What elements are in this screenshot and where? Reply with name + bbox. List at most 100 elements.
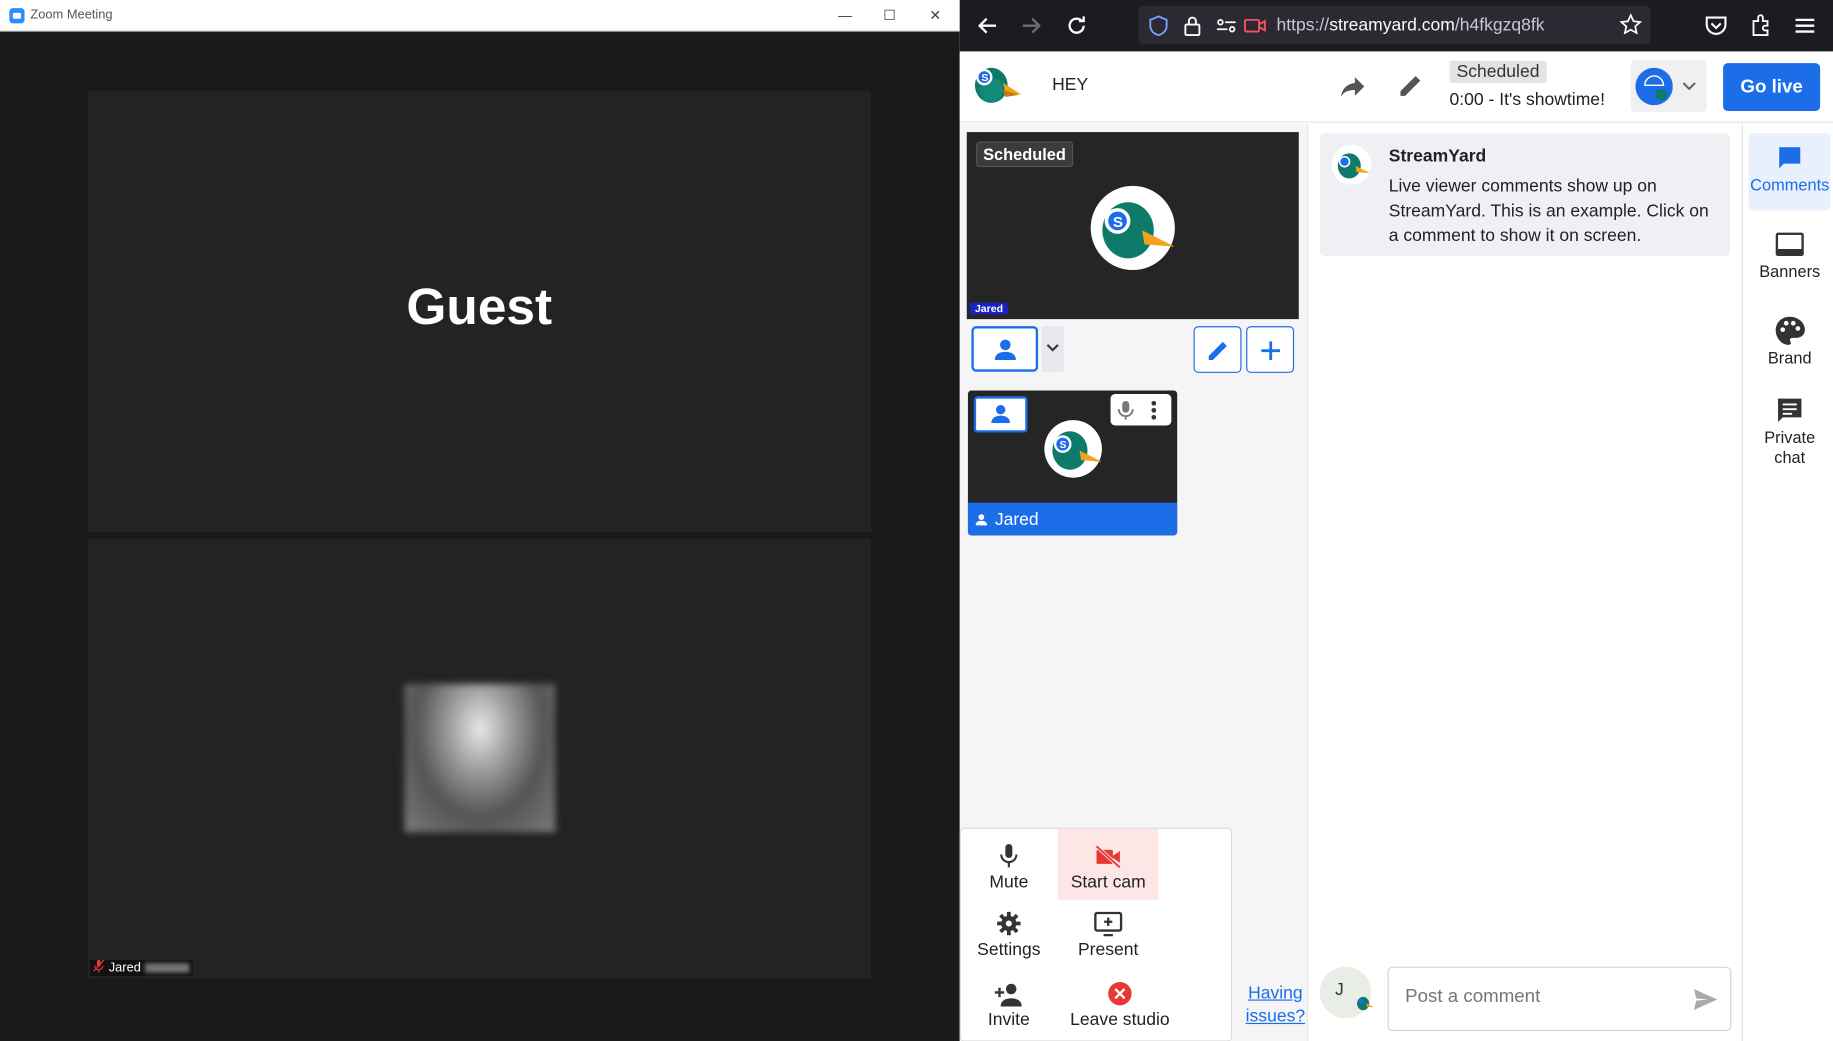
permissions-icon[interactable] <box>1216 16 1237 35</box>
my-avatar: J <box>1319 966 1375 1019</box>
pencil-icon <box>1208 341 1227 361</box>
palette-icon <box>1775 316 1805 345</box>
stage-panel: Scheduled S Jared S Jared Mute Start cam… <box>959 123 1309 1041</box>
lock-icon[interactable] <box>1183 15 1202 37</box>
comment-item[interactable]: StreamYard Live viewer comments show up … <box>1319 133 1731 257</box>
url-text[interactable]: https://streamyard.com/h4fkgzq8fk <box>1277 15 1545 35</box>
post-comment-box <box>1387 966 1732 1032</box>
sidebar-item-comments[interactable]: Comments <box>1748 133 1831 211</box>
participant-name: Jared <box>994 509 1039 529</box>
chevron-down-icon <box>1046 344 1059 352</box>
sidebar-item-private-chat[interactable]: Private chat <box>1749 393 1831 468</box>
comment-author: StreamYard <box>1388 146 1487 166</box>
reload-icon[interactable] <box>1063 12 1091 40</box>
start-cam-label: Start cam <box>1070 872 1146 892</box>
chat-icon <box>1778 398 1802 423</box>
edit-pencil-icon[interactable] <box>1397 71 1425 99</box>
back-icon[interactable] <box>974 12 1002 40</box>
muted-mic-icon <box>93 959 105 976</box>
svg-text:S: S <box>1113 214 1123 231</box>
minimize-icon[interactable]: — <box>833 5 856 26</box>
studio-header: S HEY Scheduled 0:00 - It's showtime! Go… <box>959 51 1833 123</box>
edit-layout-button[interactable] <box>1193 326 1242 373</box>
studio-controls: Mute Start cam Settings Present Invite L… <box>959 827 1233 1041</box>
guest-label: Guest <box>406 278 553 336</box>
platform-badge-icon <box>1357 996 1375 1011</box>
guest-video-tile[interactable]: Guest <box>87 91 871 532</box>
layout-dropdown[interactable] <box>1041 326 1064 372</box>
present-label: Present <box>1077 939 1139 960</box>
comment-text: Live viewer comments show up on StreamYa… <box>1388 176 1709 246</box>
browser-window: https://streamyard.com/h4fkgzq8fk S HEY … <box>959 0 1833 1041</box>
microphone-icon[interactable] <box>1117 400 1134 421</box>
zoom-window-title: Zoom Meeting <box>30 8 113 23</box>
invite-button[interactable]: Invite <box>970 976 1047 1039</box>
participant-card[interactable]: S Jared <box>967 390 1178 536</box>
account-menu[interactable] <box>1630 59 1707 113</box>
pocket-icon[interactable] <box>1702 12 1730 40</box>
menu-icon[interactable] <box>1791 12 1819 40</box>
person-icon <box>991 405 1011 424</box>
participant-name: Jared <box>108 960 141 975</box>
mute-button[interactable]: Mute <box>970 836 1047 901</box>
shield-icon[interactable] <box>1148 15 1169 37</box>
right-sidebar: Comments Banners Brand Private chat <box>1741 123 1833 1041</box>
start-cam-button[interactable]: Start cam <box>1057 828 1159 901</box>
participant-tools <box>1110 393 1172 426</box>
participant-avatar <box>404 683 556 833</box>
camera-off-icon <box>1095 845 1122 869</box>
broadcast-title[interactable]: HEY <box>1052 75 1088 95</box>
participant-avatar: S <box>1044 420 1102 478</box>
sidebar-item-label: Brand <box>1767 348 1812 368</box>
zoom-titlebar: Zoom Meeting — ☐ ✕ <box>0 0 960 32</box>
leave-studio-button[interactable]: Leave studio <box>1061 976 1178 1039</box>
plus-icon <box>1261 341 1281 361</box>
bookmark-star-icon[interactable] <box>1619 13 1643 36</box>
share-icon[interactable] <box>1339 74 1367 100</box>
comments-panel: StreamYard Live viewer comments show up … <box>1309 123 1741 1041</box>
present-screen-icon <box>1094 911 1123 937</box>
maximize-icon[interactable]: ☐ <box>878 5 901 26</box>
streamyard-logo[interactable]: S <box>970 62 1024 109</box>
url-bar[interactable]: https://streamyard.com/h4fkgzq8fk <box>1138 5 1651 45</box>
layout-button[interactable] <box>971 326 1039 372</box>
extensions-icon[interactable] <box>1746 12 1774 40</box>
forward-icon[interactable] <box>1017 12 1045 40</box>
zoom-app-icon <box>9 7 25 23</box>
preview-avatar: S <box>1090 185 1175 271</box>
present-button[interactable]: Present <box>1064 906 1153 969</box>
send-icon[interactable] <box>1693 988 1719 1011</box>
preview-scheduled-badge: Scheduled <box>976 141 1073 168</box>
settings-button[interactable]: Settings <box>970 906 1047 969</box>
url-scheme: https:// <box>1276 15 1330 36</box>
stage-preview[interactable]: Scheduled S Jared <box>966 132 1299 320</box>
close-icon[interactable]: ✕ <box>924 5 947 26</box>
redacted-surname <box>144 963 189 973</box>
url-path: /h4fkgzq8fk <box>1454 15 1545 36</box>
sidebar-item-brand[interactable]: Brand <box>1749 313 1831 367</box>
add-person-icon <box>994 983 1022 1007</box>
banner-icon <box>1775 232 1804 257</box>
comment-input[interactable] <box>1405 986 1686 1008</box>
add-button[interactable] <box>1246 326 1295 373</box>
person-icon <box>975 513 988 525</box>
svg-text:S: S <box>1060 440 1067 451</box>
zoom-window: Zoom Meeting — ☐ ✕ Guest Jared <box>0 0 960 1041</box>
url-host: streamyard.com <box>1329 15 1455 36</box>
person-icon <box>994 339 1016 361</box>
self-video-tile[interactable]: Jared <box>87 538 871 979</box>
go-live-button[interactable]: Go live <box>1723 63 1821 112</box>
settings-label: Settings <box>977 939 1041 960</box>
having-issues-link[interactable]: Having issues? <box>1244 982 1307 1029</box>
svg-text:S: S <box>981 72 988 84</box>
invite-label: Invite <box>987 1010 1030 1030</box>
leave-studio-label: Leave studio <box>1070 1010 1170 1030</box>
add-to-stage-button[interactable] <box>973 396 1028 433</box>
more-vert-icon[interactable] <box>1149 400 1158 421</box>
sidebar-item-banners[interactable]: Banners <box>1749 227 1831 281</box>
leave-x-icon <box>1108 981 1132 1006</box>
microphone-icon <box>1000 844 1018 868</box>
camera-blocked-icon[interactable] <box>1244 16 1267 35</box>
sidebar-item-label: Comments <box>1750 175 1830 195</box>
sidebar-item-label: Banners <box>1759 261 1821 281</box>
